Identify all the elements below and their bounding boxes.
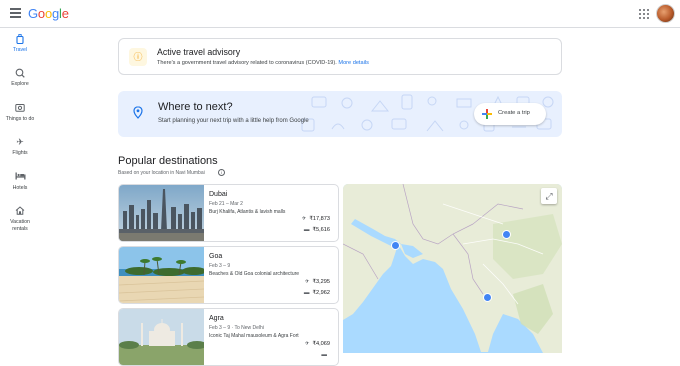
house-icon [0,206,40,217]
destinations-map[interactable] [343,184,562,353]
where-to-next-title: Where to next? [158,101,233,113]
advisory-text: There's a government travel advisory rel… [157,60,369,66]
explore-icon [0,68,40,79]
destination-name: Dubai [209,191,228,198]
destination-description: Beaches & Old Goa colonial architecture [209,271,300,277]
dubai-photo [119,185,204,241]
nav-item-vacation-rentals[interactable]: Vacation rentals [0,206,40,232]
info-icon[interactable]: i [218,169,225,176]
hotel-price: ▬ ₹5,616 [303,227,330,233]
top-bar: Google [0,0,680,28]
map-marker-dubai[interactable] [391,241,400,250]
where-to-next-subtitle: Start planning your next trip with a lit… [158,118,309,124]
more-details-link[interactable]: More details [338,60,368,66]
flight-icon: ✈ [301,216,307,222]
destination-description: Iconic Taj Mahal mausoleum & Agra Fort [209,333,299,339]
hamburger-menu-icon[interactable] [10,8,21,19]
nav-item-hotels[interactable]: Hotels [0,172,40,192]
flight-icon: ✈ [304,341,310,347]
apps-grid-icon[interactable] [639,9,649,19]
location-pin-icon [133,106,143,122]
goa-photo [119,247,204,303]
hotel-icon [0,172,40,183]
map-marker-agra[interactable] [502,230,511,239]
destination-dates: Feb 3 – 9 [209,263,231,269]
hotel-icon: ▬ [303,227,310,233]
account-avatar[interactable] [656,4,675,23]
destination-card-agra[interactable]: Agra Feb 3 – 9 · To New Delhi Iconic Taj… [118,308,339,366]
flight-price: ✈ ₹17,873 [301,216,330,222]
suitcase-icon [0,34,40,45]
destination-name: Agra [209,315,224,322]
expand-map-icon[interactable]: ⤢ [541,188,557,204]
where-to-next-banner: Where to next? Start planning your next … [118,91,562,137]
flight-price: ✈ ₹4,069 [304,341,330,347]
hotel-price: ▬ ₹2,962 [303,290,330,296]
popular-destinations-title: Popular destinations [118,155,218,167]
map-marker-goa[interactable] [483,293,492,302]
flight-price: ✈ ₹3,295 [304,279,330,285]
destination-dates: Feb 21 – Mar 2 [209,201,243,207]
advisory-title: Active travel advisory [157,47,241,57]
create-trip-button[interactable]: Create a trip [474,103,546,125]
google-logo[interactable]: Google [28,6,69,21]
destination-description: Burj Khalifa, Atlantis & lavish malls [209,209,286,215]
map-canvas [343,184,562,353]
popular-destinations-subtitle: Based on your location in Navi Mumbai [118,170,205,176]
plus-icon [482,109,492,119]
travel-advisory-card: ⓘ Active travel advisory There's a gover… [118,38,562,75]
destination-card-goa[interactable]: Goa Feb 3 – 9 Beaches & Old Goa colonial… [118,246,339,304]
warning-icon: ⓘ [129,48,147,66]
nav-item-flights[interactable]: ✈ Flights [0,137,40,157]
destination-name: Goa [209,253,223,260]
camera-icon [0,103,40,114]
flight-icon: ✈ [16,137,24,147]
nav-item-things-to-do[interactable]: Things to do [0,103,40,123]
nav-item-explore[interactable]: Explore [0,68,40,88]
destination-dates: Feb 3 – 9 · To New Delhi [209,325,264,331]
agra-photo [119,309,204,365]
nav-item-travel[interactable]: Travel [0,34,40,54]
destination-card-dubai[interactable]: Dubai Feb 21 – Mar 2 Burj Khalifa, Atlan… [118,184,339,242]
flight-icon: ✈ [304,279,310,285]
hotel-icon: ▬ [303,290,310,296]
